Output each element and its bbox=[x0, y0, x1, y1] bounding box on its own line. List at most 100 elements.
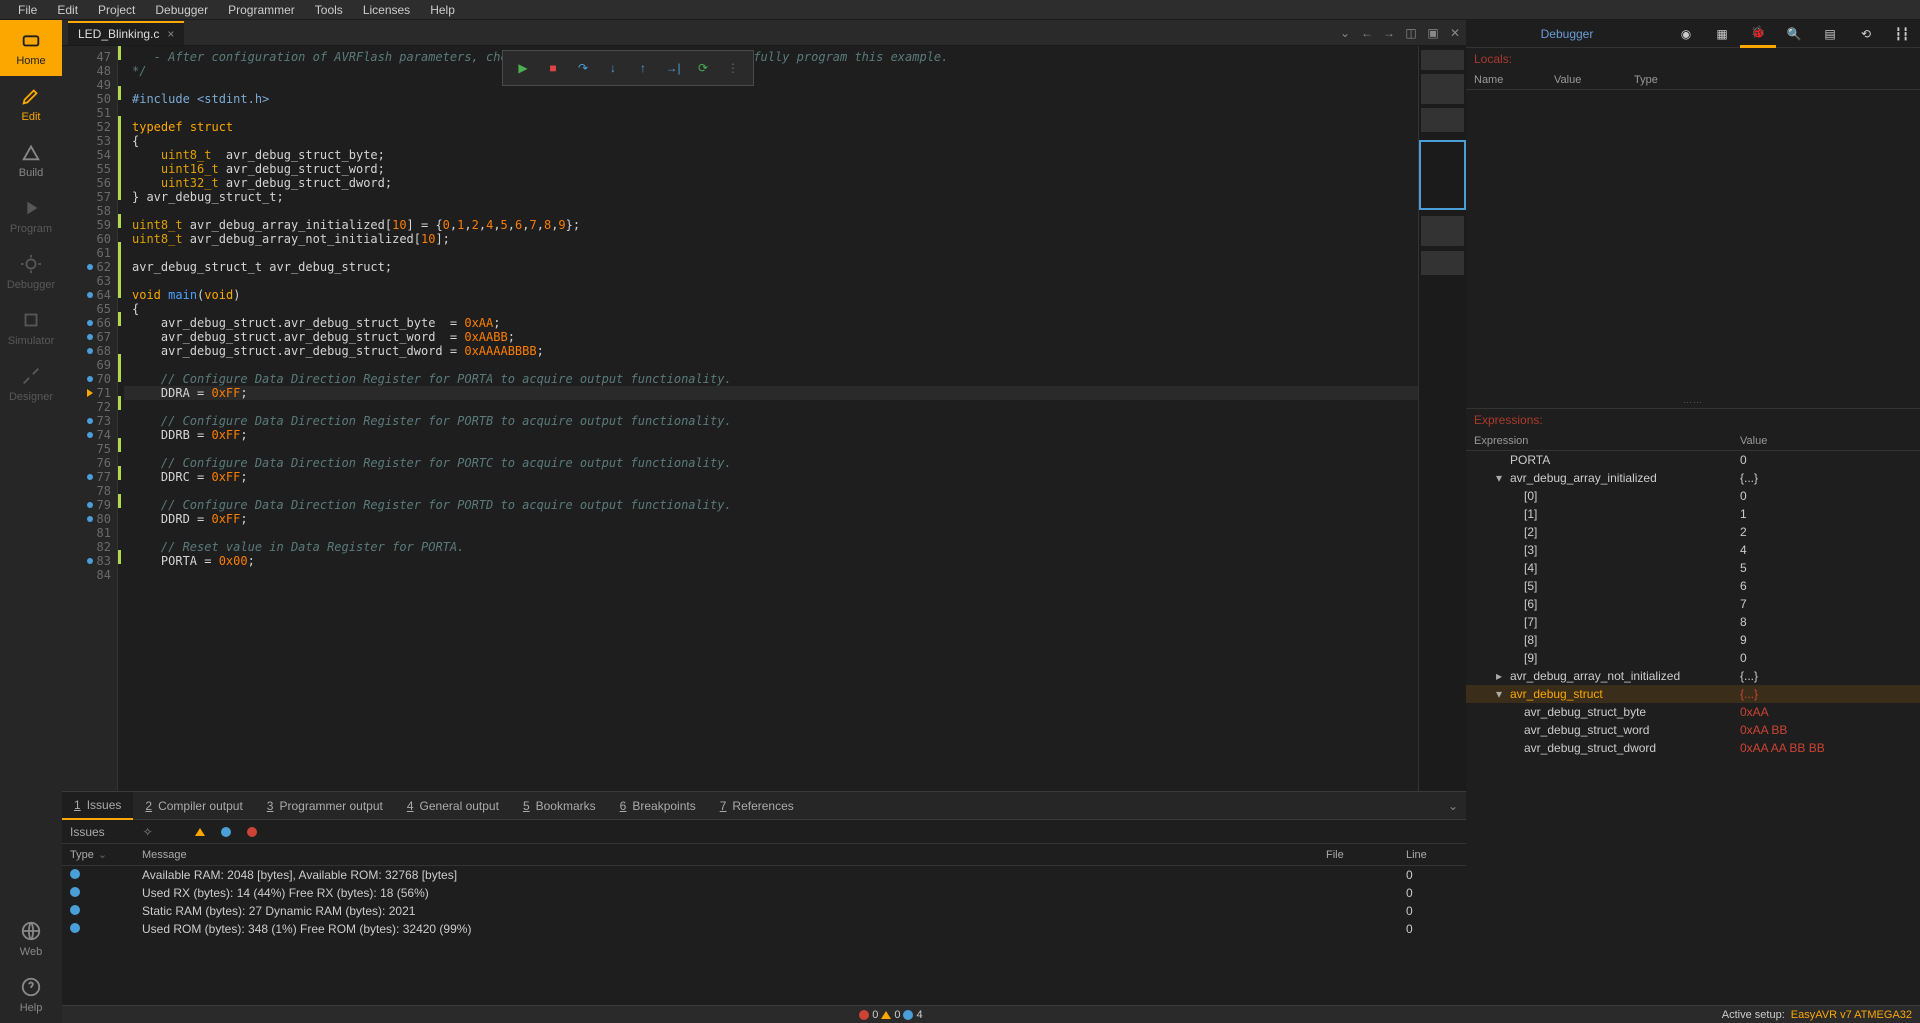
restart-button[interactable]: ⟳ bbox=[689, 54, 717, 82]
chart-icon[interactable]: ▦ bbox=[1704, 20, 1740, 48]
code-line[interactable]: PORTA = 0x00; bbox=[124, 554, 1418, 568]
gutter-line[interactable]: 82 bbox=[62, 540, 117, 554]
code-line[interactable]: { bbox=[124, 134, 1418, 148]
code-line[interactable]: // Configure Data Direction Register for… bbox=[124, 372, 1418, 386]
code-line[interactable]: avr_debug_struct.avr_debug_struct_byte =… bbox=[124, 316, 1418, 330]
expression-row[interactable]: [2]2 bbox=[1466, 523, 1920, 541]
gutter-line[interactable]: 72 bbox=[62, 400, 117, 414]
expression-row[interactable]: avr_debug_struct_word0xAA BB bbox=[1466, 721, 1920, 739]
code-line[interactable]: typedef struct bbox=[124, 120, 1418, 134]
code-line[interactable] bbox=[124, 568, 1418, 582]
gutter-line[interactable]: 71 bbox=[62, 386, 117, 400]
issue-row[interactable]: Static RAM (bytes): 27 Dynamic RAM (byte… bbox=[62, 902, 1466, 920]
code-line[interactable] bbox=[124, 246, 1418, 260]
step-out-button[interactable]: ↑ bbox=[629, 54, 657, 82]
code-area[interactable]: - After configuration of AVRFlash parame… bbox=[118, 46, 1418, 791]
gutter-line[interactable]: 62 bbox=[62, 260, 117, 274]
issue-row[interactable]: Used RX (bytes): 14 (44%) Free RX (bytes… bbox=[62, 884, 1466, 902]
step-over-button[interactable]: ↷ bbox=[569, 54, 597, 82]
stop-button[interactable]: ■ bbox=[539, 54, 567, 82]
menu-file[interactable]: File bbox=[8, 1, 47, 19]
info-filter-icon[interactable] bbox=[217, 823, 235, 841]
gutter-line[interactable]: 50 bbox=[62, 92, 117, 106]
issue-row[interactable]: Available RAM: 2048 [bytes], Available R… bbox=[62, 866, 1466, 884]
sidebar-edit[interactable]: Edit bbox=[0, 76, 62, 132]
gutter-line[interactable]: 83 bbox=[62, 554, 117, 568]
gutter-line[interactable]: 58 bbox=[62, 204, 117, 218]
code-line[interactable]: // Configure Data Direction Register for… bbox=[124, 414, 1418, 428]
output-tab-compiler-output[interactable]: 2Compiler output bbox=[133, 792, 254, 820]
menu-project[interactable]: Project bbox=[88, 1, 145, 19]
nav-forward-icon[interactable]: → bbox=[1378, 22, 1400, 44]
target-icon[interactable]: ◉ bbox=[1668, 20, 1704, 48]
expression-row[interactable]: [3]4 bbox=[1466, 541, 1920, 559]
gutter-line[interactable]: 47 bbox=[62, 50, 117, 64]
code-line[interactable]: DDRC = 0xFF; bbox=[124, 470, 1418, 484]
gutter-line[interactable]: 54 bbox=[62, 148, 117, 162]
gutter-line[interactable]: 63 bbox=[62, 274, 117, 288]
gutter-line[interactable]: 53 bbox=[62, 134, 117, 148]
issue-row[interactable]: Used ROM (bytes): 348 (1%) Free ROM (byt… bbox=[62, 920, 1466, 938]
gutter-line[interactable]: 74 bbox=[62, 428, 117, 442]
sidebar-build[interactable]: Build bbox=[0, 132, 62, 188]
code-line[interactable]: avr_debug_struct.avr_debug_struct_dword … bbox=[124, 344, 1418, 358]
gutter-line[interactable]: 69 bbox=[62, 358, 117, 372]
gutter-line[interactable]: 76 bbox=[62, 456, 117, 470]
expression-row[interactable]: [0]0 bbox=[1466, 487, 1920, 505]
code-line[interactable]: DDRA = 0xFF; bbox=[124, 386, 1418, 400]
tree-icon[interactable]: ┇┇ bbox=[1884, 20, 1920, 48]
output-tab-references[interactable]: 7References bbox=[708, 792, 806, 820]
code-line[interactable]: DDRB = 0xFF; bbox=[124, 428, 1418, 442]
menu-programmer[interactable]: Programmer bbox=[218, 1, 305, 19]
code-line[interactable]: // Configure Data Direction Register for… bbox=[124, 498, 1418, 512]
gutter-line[interactable]: 48 bbox=[62, 64, 117, 78]
gutter-line[interactable]: 75 bbox=[62, 442, 117, 456]
menu-tools[interactable]: Tools bbox=[305, 1, 353, 19]
expression-row[interactable]: [1]1 bbox=[1466, 505, 1920, 523]
gutter-line[interactable]: 64 bbox=[62, 288, 117, 302]
sidebar-debugger[interactable]: Debugger bbox=[0, 244, 62, 300]
dropdown-icon[interactable]: ⌄ bbox=[1334, 22, 1356, 44]
code-line[interactable] bbox=[124, 274, 1418, 288]
gutter-line[interactable]: 68 bbox=[62, 344, 117, 358]
search-icon[interactable]: 🔍 bbox=[1776, 20, 1812, 48]
sidebar-program[interactable]: Program bbox=[0, 188, 62, 244]
step-into-button[interactable]: ↓ bbox=[599, 54, 627, 82]
sidebar-help[interactable]: Help bbox=[0, 967, 62, 1023]
gutter-line[interactable]: 49 bbox=[62, 78, 117, 92]
code-line[interactable]: #include <stdint.h> bbox=[124, 92, 1418, 106]
gutter-line[interactable]: 79 bbox=[62, 498, 117, 512]
gutter-line[interactable]: 56 bbox=[62, 176, 117, 190]
collapse-icon[interactable]: ⌄ bbox=[1440, 799, 1466, 813]
output-tab-issues[interactable]: 1Issues bbox=[62, 792, 133, 820]
nav-back-icon[interactable]: ← bbox=[1356, 22, 1378, 44]
refresh-icon[interactable]: ⟲ bbox=[1848, 20, 1884, 48]
gutter-line[interactable]: 67 bbox=[62, 330, 117, 344]
output-tab-breakpoints[interactable]: 6Breakpoints bbox=[608, 792, 708, 820]
expression-row[interactable]: avr_debug_struct_dword0xAA AA BB BB bbox=[1466, 739, 1920, 757]
gutter-line[interactable]: 65 bbox=[62, 302, 117, 316]
gutter-line[interactable]: 66 bbox=[62, 316, 117, 330]
memory-icon[interactable]: ▤ bbox=[1812, 20, 1848, 48]
gutter-line[interactable]: 81 bbox=[62, 526, 117, 540]
expression-row[interactable]: [5]6 bbox=[1466, 577, 1920, 595]
code-line[interactable] bbox=[124, 442, 1418, 456]
code-line[interactable]: DDRD = 0xFF; bbox=[124, 512, 1418, 526]
code-line[interactable]: // Reset value in Data Register for PORT… bbox=[124, 540, 1418, 554]
minimap[interactable] bbox=[1418, 46, 1466, 791]
active-setup-value[interactable]: EasyAVR v7 ATMEGA32 bbox=[1791, 1009, 1912, 1021]
expression-row[interactable]: [4]5 bbox=[1466, 559, 1920, 577]
sidebar-simulator[interactable]: Simulator bbox=[0, 300, 62, 356]
gutter-line[interactable]: 61 bbox=[62, 246, 117, 260]
code-line[interactable]: { bbox=[124, 302, 1418, 316]
expression-row[interactable]: ▾avr_debug_array_initialized{...} bbox=[1466, 469, 1920, 487]
code-line[interactable]: - After configuration of AVRFlash parame… bbox=[124, 50, 1418, 64]
code-line[interactable]: avr_debug_struct.avr_debug_struct_word =… bbox=[124, 330, 1418, 344]
code-line[interactable] bbox=[124, 526, 1418, 540]
code-line[interactable]: // Configure Data Direction Register for… bbox=[124, 456, 1418, 470]
output-tab-bookmarks[interactable]: 5Bookmarks bbox=[511, 792, 608, 820]
bug-icon[interactable]: 🐞 bbox=[1740, 20, 1776, 48]
resize-handle[interactable]: ⋯⋯ bbox=[1466, 397, 1920, 408]
code-line[interactable]: uint32_t avr_debug_struct_dword; bbox=[124, 176, 1418, 190]
broom-icon[interactable]: ✧ bbox=[139, 823, 157, 841]
